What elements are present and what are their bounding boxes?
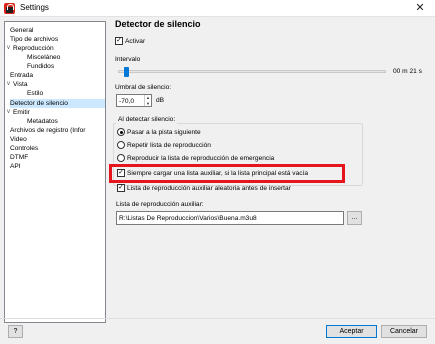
al-detectar-title: Al detectar silencio: [116,115,178,124]
tree-item-dtmf[interactable]: DTMF [10,153,28,162]
intervalo-value: 00 m 21 s [393,68,422,75]
activar-label: Activar [125,38,146,45]
umbral-value: -70,0 [119,98,135,105]
tree-item-estilo[interactable]: Estilo [27,89,43,98]
lista-auxiliar-value: R:\Listas De Reproduccion\Varios\Buena.m… [119,215,257,222]
umbral-spinbox[interactable]: -70,0 ▲ ▼ [116,94,152,107]
intervalo-slider-thumb[interactable] [124,67,129,77]
tree-item-miscelaneo[interactable]: Misceláneo [27,53,60,62]
radio-repetir-label: Repetir lista de reproducción [127,142,211,149]
chevron-down-icon[interactable]: v [5,108,12,117]
help-button[interactable]: ? [8,325,23,338]
spin-down-icon[interactable]: ▼ [145,101,151,107]
footer-divider [0,318,435,319]
intervalo-slider-track[interactable] [118,70,386,73]
radio-pasar-label: Pasar a la pista siguiente [127,129,201,136]
lista-auxiliar-label: Lista de reproducción auxiliar: [116,201,204,208]
tree-item-emitir[interactable]: Emitir [13,108,30,117]
window-title: Settings [20,3,49,12]
panel-title: Detector de silencio [115,19,201,29]
activar-checkbox[interactable]: ✓ [115,37,123,45]
settings-tree[interactable]: General Tipo de archivos v Reproducción … [4,21,106,323]
chevron-down-icon[interactable]: v [5,44,12,53]
tree-item-reproduccion[interactable]: Reproducción [13,44,54,53]
umbral-spin-arrows[interactable]: ▲ ▼ [144,95,151,106]
cancel-button[interactable]: Cancelar [381,325,427,338]
close-button[interactable]: ✕ [405,0,435,17]
browse-button[interactable]: ... [347,211,362,225]
chevron-down-icon[interactable]: v [5,80,12,89]
tree-item-vista[interactable]: Vista [13,80,28,89]
radio-reproducir-emergencia[interactable] [117,154,125,162]
lista-auxiliar-input[interactable]: R:\Listas De Reproduccion\Varios\Buena.m… [116,211,344,225]
tree-item-video[interactable]: Video [10,135,27,144]
tree-item-archivos-de-registro[interactable]: Archivos de registro (Infor [10,126,86,135]
tree-item-tipo-de-archivos[interactable]: Tipo de archivos [10,35,58,44]
tree-item-detector-de-silencio[interactable]: Detector de silencio [10,99,105,108]
aleatoria-checkbox[interactable]: ✓ [117,184,125,192]
tree-item-general[interactable]: General [10,26,33,35]
radio-pasar-pista-siguiente[interactable] [117,128,125,136]
app-logo-icon [4,3,15,14]
title-bar: Settings ✕ [0,0,435,17]
umbral-label: Umbral de silencio: [115,84,172,91]
tree-item-entrada[interactable]: Entrada [10,71,33,80]
umbral-unit: dB [156,97,165,104]
tree-item-metadatos[interactable]: Metadatos [27,117,58,126]
accept-button[interactable]: Aceptar [326,325,377,338]
aleatoria-label: Lista de reproducción auxiliar aleatoria… [127,185,291,192]
tree-item-fundidos[interactable]: Fundidos [27,62,54,71]
radio-repetir-lista[interactable] [117,141,125,149]
highlight-annotation [109,164,345,183]
radio-emergencia-label: Reproducir la lista de reproducción de e… [127,155,275,162]
tree-item-controles[interactable]: Controles [10,144,38,153]
tree-item-api[interactable]: API [10,162,21,171]
intervalo-label: Intervalo [115,56,141,63]
